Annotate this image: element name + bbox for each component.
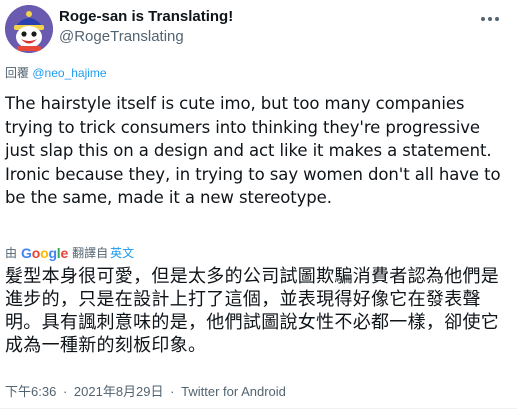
reply-prefix: 回覆 xyxy=(5,66,30,80)
meta-separator-2: · xyxy=(170,384,175,399)
frost-mascot-icon xyxy=(5,5,53,53)
translated-by-label: 由 xyxy=(5,246,18,260)
tweet-metadata: 下午6:36 · 2021年8月29日 · Twitter for Androi… xyxy=(5,381,286,400)
tweet-card: Roge-san is Translating! @RogeTranslatin… xyxy=(0,0,517,416)
reply-context: 回覆 @neo_hajime xyxy=(5,64,107,81)
google-logo: Google xyxy=(21,244,69,261)
tweet-text: The hairstyle itself is cute imo, but to… xyxy=(5,94,501,207)
avatar[interactable] xyxy=(5,5,53,53)
more-options-button[interactable] xyxy=(476,9,504,29)
reply-mention-link[interactable]: @neo_hajime xyxy=(32,66,106,80)
meta-separator: · xyxy=(62,384,68,399)
more-horizontal-icon xyxy=(481,17,499,21)
translation-attribution: 由 Google 翻譯自 英文 xyxy=(5,244,134,261)
tweet-header: Roge-san is Translating! @RogeTranslatin… xyxy=(5,5,512,55)
tweet-date[interactable]: 2021年8月29日 xyxy=(74,384,164,399)
author-block: Roge-san is Translating! @RogeTranslatin… xyxy=(59,7,233,47)
tweet-source[interactable]: Twitter for Android xyxy=(181,384,286,399)
translated-text: 髮型本身很可愛，但是太多的公司試圖欺騙消費者認為他們是進步的，只是在設計上打了這… xyxy=(5,266,500,356)
translated-from-label: 翻譯自 xyxy=(72,246,109,260)
bottom-divider xyxy=(0,408,517,409)
tweet-time[interactable]: 下午6:36 xyxy=(5,384,56,399)
source-language-link[interactable]: 英文 xyxy=(110,244,134,261)
author-display-name[interactable]: Roge-san is Translating! xyxy=(59,7,233,27)
author-handle[interactable]: @RogeTranslating xyxy=(59,27,233,47)
